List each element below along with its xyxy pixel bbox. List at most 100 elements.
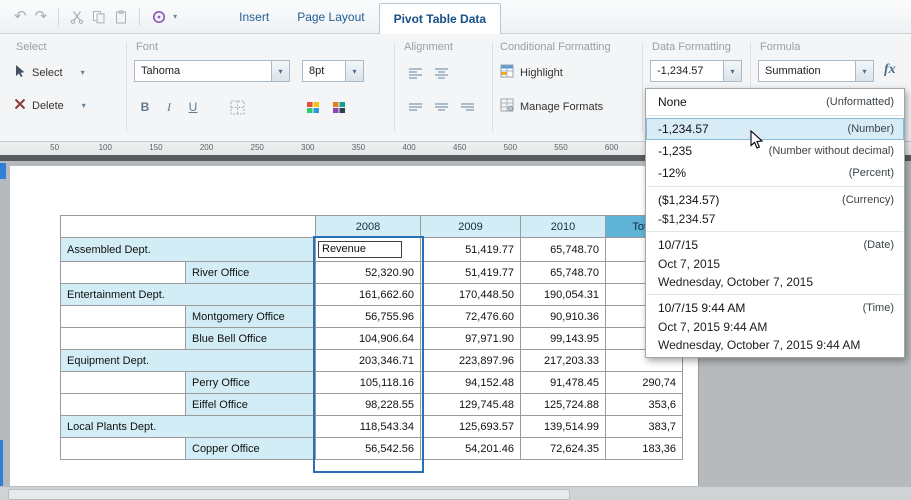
data-cell[interactable]: 91,478.45 xyxy=(521,372,606,394)
menu-item[interactable]: -1,234.57(Number) xyxy=(646,118,904,140)
empty-label-cell[interactable] xyxy=(61,372,186,394)
data-cell[interactable]: 161,662.60 xyxy=(316,284,421,306)
borders-button[interactable] xyxy=(226,96,248,118)
cut-icon[interactable] xyxy=(70,10,84,24)
data-cell[interactable]: 353,6 xyxy=(606,394,683,416)
dept-label-cell[interactable]: Equipment Dept. xyxy=(61,350,316,372)
chevron-down-icon[interactable]: ▾ xyxy=(271,61,289,81)
dept-label-cell[interactable]: Local Plants Dept. xyxy=(61,416,316,438)
data-cell[interactable]: 217,203.33 xyxy=(521,350,606,372)
highlight-button[interactable]: Highlight xyxy=(500,64,563,81)
year-column-header[interactable]: 2010 xyxy=(521,216,606,238)
empty-label-cell[interactable] xyxy=(61,394,186,416)
font-family-select[interactable]: Tahoma ▾ xyxy=(134,60,290,82)
menu-item-line[interactable]: Wednesday, October 7, 2015 9:44 AM xyxy=(646,337,904,355)
chevron-down-icon[interactable]: ▾ xyxy=(81,68,85,77)
year-column-header[interactable]: 2008 xyxy=(316,216,421,238)
menu-item[interactable]: None(Unformatted) xyxy=(646,91,904,113)
fill-color-button[interactable] xyxy=(302,96,324,118)
data-cell[interactable]: 203,346.71 xyxy=(316,350,421,372)
align-bottom-left-button[interactable] xyxy=(404,96,426,118)
data-cell[interactable]: 72,476.60 xyxy=(421,306,521,328)
horizontal-scrollbar[interactable] xyxy=(0,486,911,500)
formula-select[interactable]: Summation ▾ xyxy=(758,60,874,82)
align-center-button[interactable] xyxy=(430,62,452,84)
data-cell[interactable]: 125,724.88 xyxy=(521,394,606,416)
data-cell[interactable]: 383,7 xyxy=(606,416,683,438)
data-cell[interactable]: 51,419.77 xyxy=(421,238,521,262)
data-cell[interactable]: 65,748.70 xyxy=(521,238,606,262)
fx-icon[interactable]: fx xyxy=(884,62,896,78)
data-cell[interactable]: 94,152.48 xyxy=(421,372,521,394)
tab-insert[interactable]: Insert xyxy=(225,0,283,34)
data-format-select[interactable]: -1,234.57 ▾ xyxy=(650,60,742,82)
data-cell[interactable]: 290,74 xyxy=(606,372,683,394)
link-circle-icon[interactable] xyxy=(151,9,167,25)
chevron-down-icon[interactable]: ▾ xyxy=(723,61,741,81)
data-cell[interactable]: 129,745.48 xyxy=(421,394,521,416)
empty-label-cell[interactable] xyxy=(61,306,186,328)
data-cell[interactable]: 104,906.64 xyxy=(316,328,421,350)
data-cell[interactable]: 56,755.96 xyxy=(316,306,421,328)
data-cell[interactable]: 97,971.90 xyxy=(421,328,521,350)
dept-label-cell[interactable]: Assembled Dept. xyxy=(61,238,316,262)
data-cell[interactable]: 118,543.34 xyxy=(316,416,421,438)
year-column-header[interactable]: 2009 xyxy=(421,216,521,238)
office-label-cell[interactable]: River Office xyxy=(186,262,316,284)
menu-item[interactable]: 10/7/15 9:44 AM(Time) xyxy=(646,297,904,319)
data-cell[interactable]: 190,054.31 xyxy=(521,284,606,306)
chevron-down-icon[interactable]: ▾ xyxy=(345,61,363,81)
select-button[interactable]: Select ▾ xyxy=(14,64,85,81)
data-cell[interactable]: 139,514.99 xyxy=(521,416,606,438)
cell-edit-box[interactable]: Revenue xyxy=(318,241,402,258)
menu-item-line[interactable]: Oct 7, 2015 9:44 AM xyxy=(646,319,904,337)
delete-button[interactable]: Delete ▾ xyxy=(14,98,86,113)
data-cell[interactable]: 72,624.35 xyxy=(521,438,606,460)
data-cell[interactable]: 65,748.70 xyxy=(521,262,606,284)
menu-item-line[interactable]: Wednesday, October 7, 2015 xyxy=(646,274,904,292)
font-color-button[interactable] xyxy=(328,96,350,118)
office-label-cell[interactable]: Copper Office xyxy=(186,438,316,460)
data-cell[interactable]: 105,118.16 xyxy=(316,372,421,394)
data-cell[interactable]: 98,228.55 xyxy=(316,394,421,416)
align-bottom-right-button[interactable] xyxy=(456,96,478,118)
data-cell[interactable]: 52,320.90 xyxy=(316,262,421,284)
data-cell[interactable]: 54,201.46 xyxy=(421,438,521,460)
data-cell[interactable]: 170,448.50 xyxy=(421,284,521,306)
redo-icon[interactable]: ↷ xyxy=(35,9,48,24)
manage-formats-button[interactable]: Manage Formats xyxy=(500,98,603,115)
tab-page-layout[interactable]: Page Layout xyxy=(283,0,378,34)
align-left-button[interactable] xyxy=(404,62,426,84)
data-cell[interactable]: 51,419.77 xyxy=(421,262,521,284)
office-label-cell[interactable]: Perry Office xyxy=(186,372,316,394)
office-label-cell[interactable]: Blue Bell Office xyxy=(186,328,316,350)
menu-item[interactable]: ($1,234.57)(Currency) xyxy=(646,189,904,211)
align-bottom-center-button[interactable] xyxy=(430,96,452,118)
menu-item-line[interactable]: Oct 7, 2015 xyxy=(646,256,904,274)
italic-button[interactable]: I xyxy=(158,96,180,118)
data-cell[interactable]: 223,897.96 xyxy=(421,350,521,372)
menu-item-line[interactable]: -$1,234.57 xyxy=(646,211,904,229)
menu-item[interactable]: -12%(Percent) xyxy=(646,162,904,184)
office-label-cell[interactable]: Montgomery Office xyxy=(186,306,316,328)
menu-item[interactable]: -1,235(Number without decimal) xyxy=(646,140,904,162)
tab-pivot-table-data[interactable]: Pivot Table Data xyxy=(379,3,501,34)
chevron-down-icon[interactable]: ▾ xyxy=(173,12,177,21)
chevron-down-icon[interactable]: ▾ xyxy=(855,61,873,81)
empty-label-cell[interactable] xyxy=(61,328,186,350)
data-cell[interactable]: 56,542.56 xyxy=(316,438,421,460)
paste-icon[interactable] xyxy=(114,10,128,24)
menu-item[interactable]: 10/7/15(Date) xyxy=(646,234,904,256)
copy-icon[interactable] xyxy=(92,10,106,24)
office-label-cell[interactable]: Eiffel Office xyxy=(186,394,316,416)
chevron-down-icon[interactable]: ▾ xyxy=(82,101,86,110)
data-cell[interactable]: 125,693.57 xyxy=(421,416,521,438)
underline-button[interactable]: U xyxy=(182,96,204,118)
empty-label-cell[interactable] xyxy=(61,262,186,284)
data-cell[interactable]: Revenue xyxy=(316,238,421,262)
font-size-select[interactable]: 8pt ▾ xyxy=(302,60,364,82)
data-cell[interactable]: 99,143.95 xyxy=(521,328,606,350)
empty-label-cell[interactable] xyxy=(61,438,186,460)
dept-label-cell[interactable]: Entertainment Dept. xyxy=(61,284,316,306)
scrollbar-thumb[interactable] xyxy=(8,489,570,500)
